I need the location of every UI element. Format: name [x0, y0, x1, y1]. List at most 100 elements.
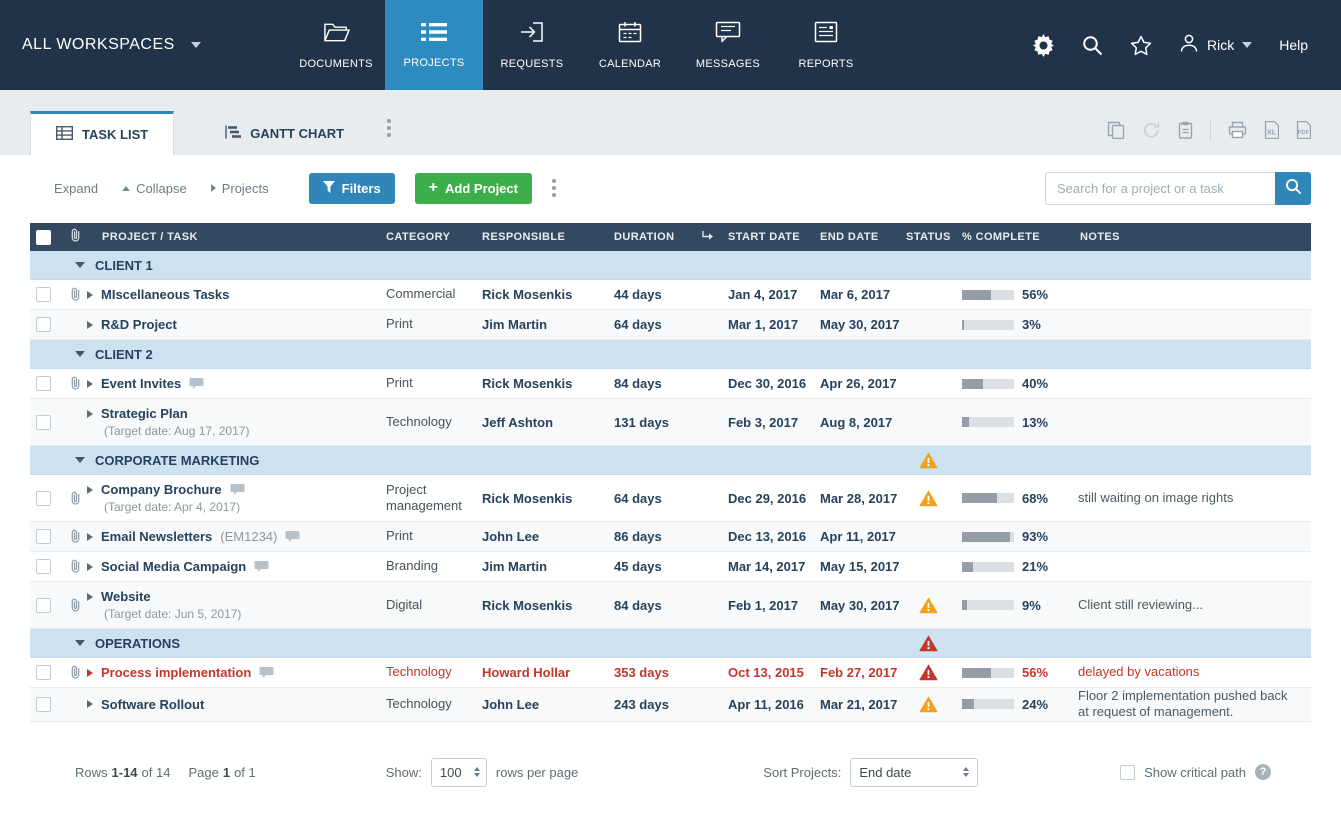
expand-button[interactable]: Expand — [40, 181, 98, 196]
excel-export-icon[interactable]: XL — [1264, 121, 1279, 139]
task-name[interactable]: Social Media Campaign — [101, 559, 246, 574]
expand-arrow-icon[interactable] — [87, 563, 93, 571]
task-name[interactable]: Software Rollout — [101, 697, 204, 712]
row-checkbox[interactable] — [36, 287, 51, 302]
comment-icon[interactable] — [259, 666, 274, 679]
header-duration[interactable]: DURATION — [608, 231, 695, 243]
attachment-icon[interactable] — [70, 529, 81, 544]
row-checkbox[interactable] — [36, 491, 51, 506]
sort-projects-select[interactable]: End date — [850, 758, 978, 787]
attachment-icon[interactable] — [70, 665, 81, 680]
tab-gantt-chart[interactable]: GANTT CHART — [200, 111, 369, 155]
filters-button[interactable]: Filters — [309, 173, 395, 204]
comment-icon[interactable] — [230, 483, 245, 496]
attachment-icon[interactable] — [70, 559, 81, 574]
gear-icon[interactable] — [1032, 34, 1055, 57]
copy-icon[interactable] — [1107, 121, 1125, 139]
task-name[interactable]: Strategic Plan — [101, 406, 188, 421]
attachment-icon[interactable] — [70, 287, 81, 302]
critical-path-checkbox[interactable] — [1120, 765, 1135, 780]
projects-toggle-button[interactable]: Projects — [211, 181, 269, 196]
header-complete[interactable]: % COMPLETE — [956, 231, 1074, 243]
group-collapse-caret-icon[interactable] — [75, 351, 85, 357]
comment-icon[interactable] — [285, 530, 300, 543]
row-checkbox[interactable] — [36, 317, 51, 332]
header-start-date[interactable]: START DATE — [722, 231, 814, 243]
comment-icon[interactable] — [254, 560, 269, 573]
tab-more-options-icon[interactable] — [383, 115, 395, 141]
help-link[interactable]: Help — [1279, 37, 1308, 53]
expand-arrow-icon[interactable] — [87, 410, 93, 418]
select-all-checkbox[interactable] — [36, 230, 51, 245]
header-project-task[interactable]: PROJECT / TASK — [84, 231, 380, 243]
main-nav: DOCUMENTS PROJECTS REQUESTS CALENDAR — [287, 0, 875, 90]
help-circle-icon[interactable]: ? — [1255, 764, 1271, 780]
star-icon[interactable] — [1130, 35, 1152, 56]
checkbox-cell — [30, 598, 60, 613]
search-input[interactable] — [1045, 172, 1275, 205]
toolbar-more-options-icon[interactable] — [548, 175, 560, 201]
add-project-button[interactable]: + Add Project — [415, 173, 532, 204]
tab-task-list[interactable]: TASK LIST — [30, 111, 174, 155]
task-name[interactable]: Company Brochure — [101, 482, 222, 497]
pdf-export-icon[interactable]: PDF — [1296, 121, 1311, 139]
nav-item-calendar[interactable]: CALENDAR — [581, 0, 679, 90]
nav-item-projects[interactable]: PROJECTS — [385, 0, 483, 90]
attachment-icon[interactable] — [70, 376, 81, 391]
clipboard-icon[interactable] — [1178, 121, 1193, 139]
header-end-date[interactable]: END DATE — [814, 231, 900, 243]
task-name[interactable]: Website — [101, 589, 151, 604]
nav-item-reports[interactable]: REPORTS — [777, 0, 875, 90]
nav-item-documents[interactable]: DOCUMENTS — [287, 0, 385, 90]
row-checkbox[interactable] — [36, 697, 51, 712]
expand-arrow-icon[interactable] — [87, 700, 93, 708]
row-checkbox[interactable] — [36, 598, 51, 613]
row-checkbox[interactable] — [36, 376, 51, 391]
expand-arrow-icon[interactable] — [87, 486, 93, 494]
header-notes[interactable]: NOTES — [1074, 231, 1311, 243]
expand-arrow-icon[interactable] — [87, 321, 93, 329]
expand-arrow-icon[interactable] — [87, 669, 93, 677]
sync-icon[interactable] — [1142, 121, 1161, 139]
progress-bar — [962, 417, 1014, 427]
row-checkbox[interactable] — [36, 559, 51, 574]
nav-item-requests[interactable]: REQUESTS — [483, 0, 581, 90]
row-checkbox[interactable] — [36, 415, 51, 430]
header-category[interactable]: CATEGORY — [380, 231, 476, 243]
attachment-icon[interactable] — [70, 598, 81, 613]
row-checkbox[interactable] — [36, 529, 51, 544]
group-row[interactable]: CLIENT 2 — [30, 340, 1311, 369]
nav-item-messages[interactable]: MESSAGES — [679, 0, 777, 90]
group-collapse-caret-icon[interactable] — [75, 457, 85, 463]
task-name[interactable]: R&D Project — [101, 317, 177, 332]
rows-per-page-select[interactable]: 100 — [431, 758, 487, 787]
status-cell — [900, 597, 956, 614]
print-icon[interactable] — [1228, 121, 1247, 139]
user-menu[interactable]: Rick — [1179, 33, 1252, 58]
expand-arrow-icon[interactable] — [87, 593, 93, 601]
task-name[interactable]: MIscellaneous Tasks — [101, 287, 229, 302]
header-status[interactable]: STATUS — [900, 231, 956, 243]
task-name[interactable]: Email Newsletters — [101, 529, 212, 544]
comment-icon[interactable] — [189, 377, 204, 390]
attachment-icon[interactable] — [70, 491, 81, 506]
responsible-cell: Rick Mosenkis — [476, 287, 608, 302]
header-responsible[interactable]: RESPONSIBLE — [476, 231, 608, 243]
expand-arrow-icon[interactable] — [87, 533, 93, 541]
group-row[interactable]: CORPORATE MARKETING — [30, 446, 1311, 475]
task-name[interactable]: Process implementation — [101, 665, 251, 680]
row-checkbox[interactable] — [36, 665, 51, 680]
collapse-button[interactable]: Collapse — [122, 181, 187, 196]
expand-arrow-icon[interactable] — [87, 380, 93, 388]
group-row[interactable]: OPERATIONS — [30, 629, 1311, 658]
task-name[interactable]: Event Invites — [101, 376, 181, 391]
expand-arrow-icon[interactable] — [87, 291, 93, 299]
group-collapse-caret-icon[interactable] — [75, 262, 85, 268]
group-collapse-caret-icon[interactable] — [75, 640, 85, 646]
complete-cell: 93% — [956, 529, 1074, 544]
duration-cell: 45 days — [608, 559, 695, 574]
search-button[interactable] — [1275, 172, 1311, 205]
search-icon[interactable] — [1082, 35, 1103, 56]
workspace-selector[interactable]: ALL WORKSPACES — [0, 0, 287, 90]
group-row[interactable]: CLIENT 1 — [30, 251, 1311, 280]
